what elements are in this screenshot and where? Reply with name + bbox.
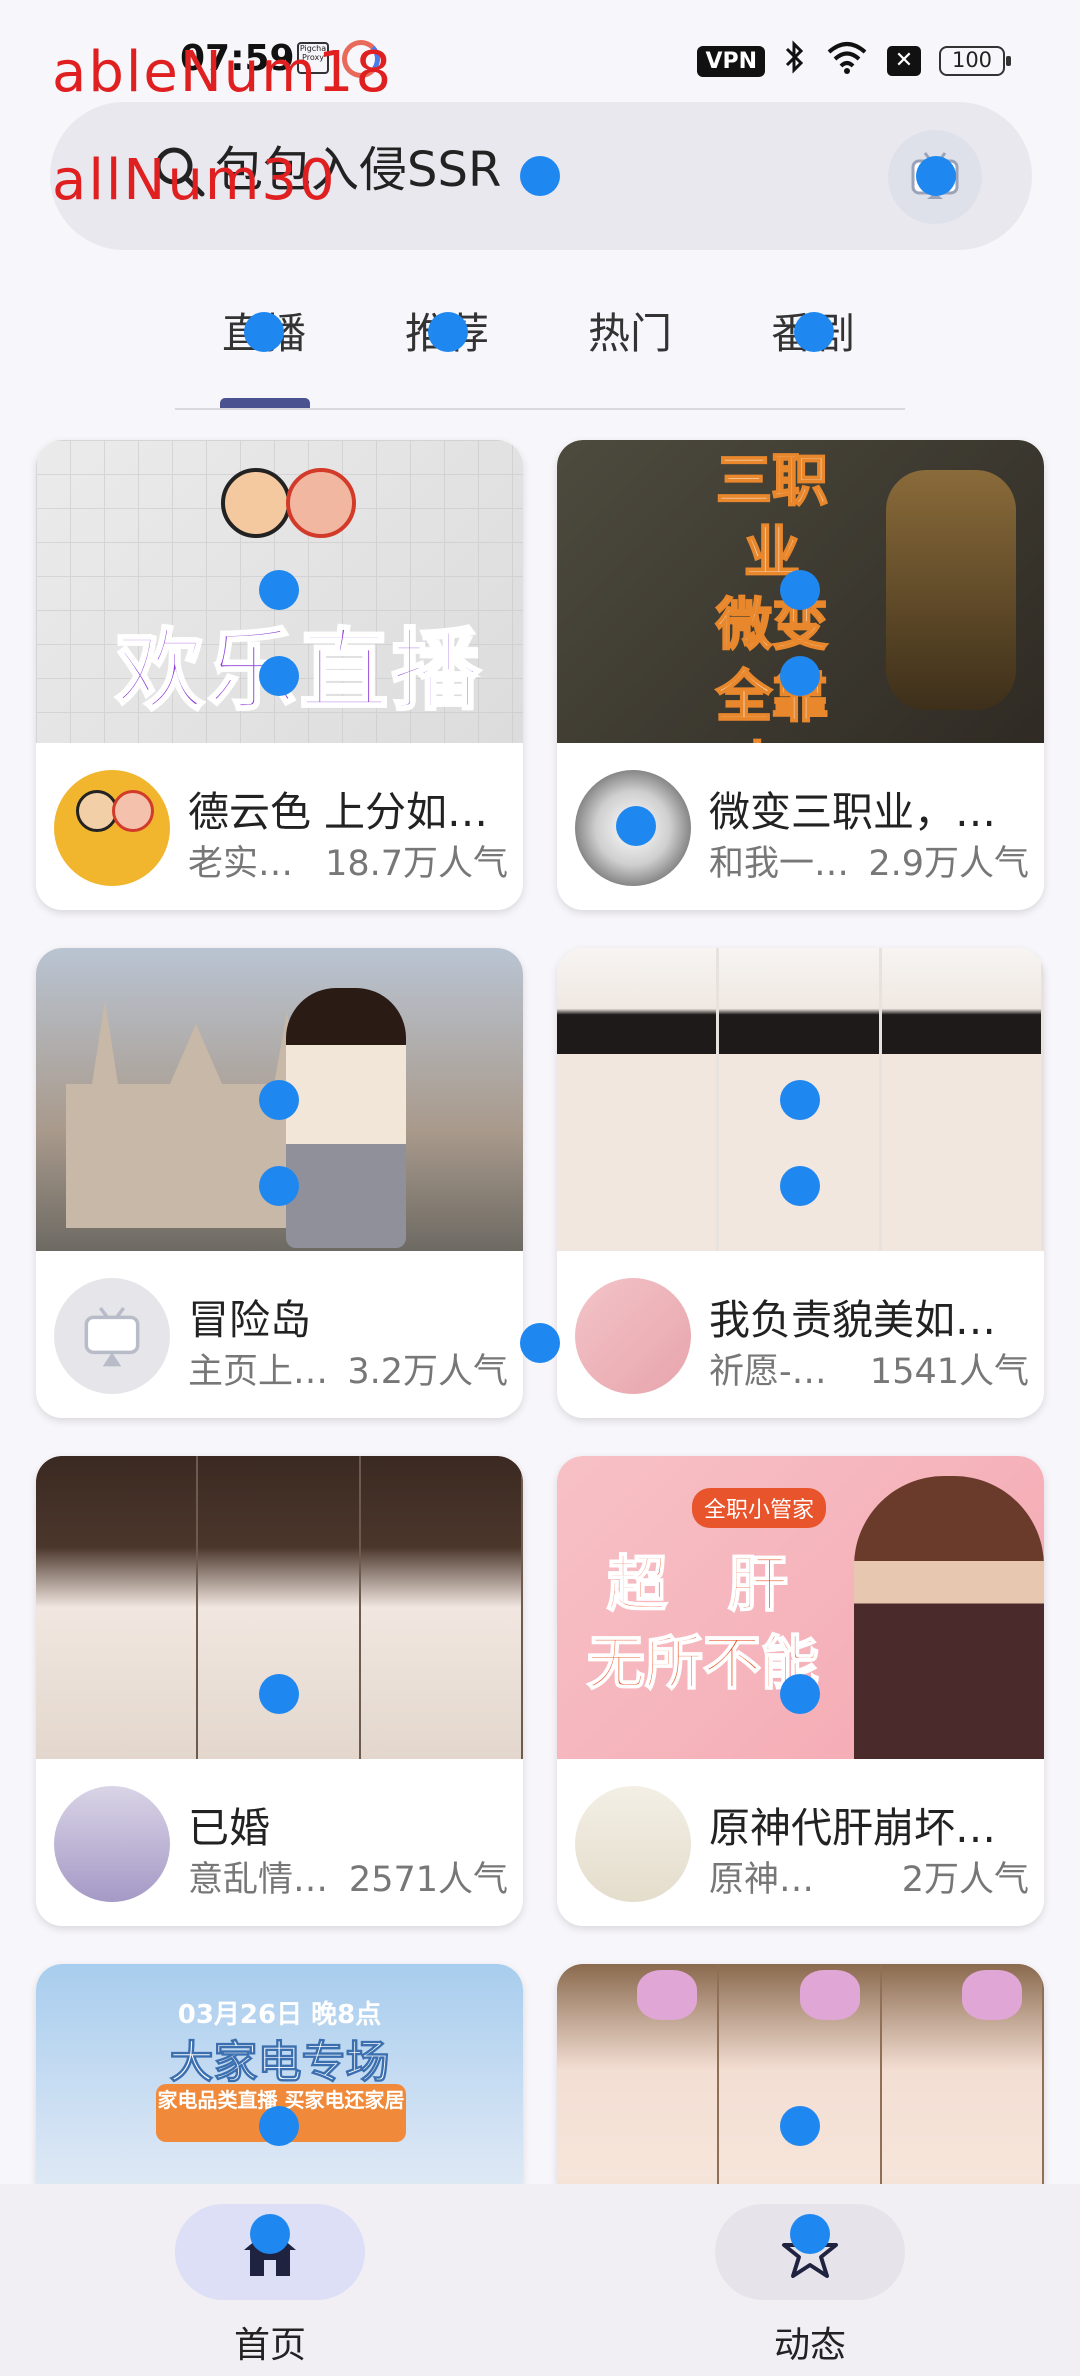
app-notification-icon xyxy=(342,40,380,78)
card-title: 我负责貌美如… xyxy=(709,1296,996,1344)
hint-dot xyxy=(259,1166,299,1206)
thumb-chip: 全职小管家 xyxy=(692,1488,827,1528)
tab-indicator xyxy=(220,398,310,408)
card-author: 意乱情… xyxy=(188,1860,328,1900)
live-card[interactable] xyxy=(557,1964,1044,2184)
tv-mascot-icon xyxy=(84,1306,140,1367)
hint-dot xyxy=(259,656,299,696)
search-query-text[interactable]: 包包入侵SSR xyxy=(215,130,501,200)
hint-dot xyxy=(244,312,284,352)
hint-dot xyxy=(616,806,656,846)
card-title: 微变三职业，… xyxy=(709,788,996,836)
card-title: 冒险岛 xyxy=(188,1296,311,1344)
battery-icon: 100 xyxy=(939,46,1011,76)
hint-dot xyxy=(259,1674,299,1714)
card-meta: 主页上… 3.2万人气 xyxy=(188,1343,508,1394)
nav-home-label: 首页 xyxy=(233,2325,306,2366)
card-meta: 和我一… 2.9万人气 xyxy=(709,835,1029,886)
hint-dot xyxy=(780,1674,820,1714)
card-meta: 祈愿-全… 1541人气 xyxy=(709,1343,1029,1394)
bluetooth-icon xyxy=(783,40,807,82)
card-views: 2.9万人气 xyxy=(868,844,1029,884)
streamer-avatar[interactable] xyxy=(575,1786,691,1902)
hint-dot xyxy=(250,2214,290,2254)
hint-dot xyxy=(780,2106,820,2146)
card-author: 祈愿-全… xyxy=(709,1352,849,1392)
card-views: 18.7万人气 xyxy=(325,844,508,884)
hint-dot xyxy=(259,2106,299,2146)
hint-dot xyxy=(520,156,560,196)
status-bar: 07:59 Pigcha Proxy VPN ✕ 100 xyxy=(0,0,1080,110)
category-tabs: 直播 推荐 热门 番剧 xyxy=(175,290,905,410)
vpn-icon: VPN xyxy=(697,45,765,77)
hint-dot xyxy=(259,570,299,610)
card-author: 原神代肝饿 xyxy=(709,1860,849,1900)
thumb-line1: 超 肝 xyxy=(606,1549,808,1621)
hint-dot xyxy=(790,2214,830,2254)
status-icons: VPN ✕ 100 xyxy=(697,40,1011,82)
thumb-title: 大家电专场 xyxy=(169,2037,390,2089)
hint-dot xyxy=(780,1080,820,1120)
pigcha-proxy-icon: Pigcha Proxy xyxy=(297,42,329,74)
hint-dot xyxy=(780,656,820,696)
wifi-icon xyxy=(825,40,869,82)
thumb-text: 欢乐直播 xyxy=(114,618,485,724)
close-notification-icon: ✕ xyxy=(887,46,921,76)
hint-dot xyxy=(259,1080,299,1120)
card-views: 2571人气 xyxy=(348,1860,508,1900)
live-card[interactable]: 03月26日 晚8点 大家电专场 家电品类直播 买家电还家居券 xyxy=(36,1964,523,2184)
card-author: 主页上… xyxy=(188,1352,328,1392)
card-views: 1541人气 xyxy=(869,1352,1029,1392)
search-icon xyxy=(155,147,205,197)
tab-hot[interactable]: 热门 xyxy=(588,300,672,361)
status-time: 07:59 xyxy=(180,38,295,79)
streamer-avatar[interactable] xyxy=(54,1786,170,1902)
hint-dot xyxy=(916,156,956,196)
card-views: 2万人气 xyxy=(901,1860,1029,1900)
card-title: 德云色 上分如… xyxy=(188,788,489,836)
card-thumbnail xyxy=(557,1964,1044,2184)
streamer-avatar[interactable] xyxy=(54,1278,170,1394)
hint-dot xyxy=(520,1323,560,1363)
streamer-avatar[interactable] xyxy=(575,1278,691,1394)
nav-dynamic-label: 动态 xyxy=(773,2325,846,2366)
hint-dot xyxy=(794,312,834,352)
card-author: 和我一… xyxy=(709,844,849,884)
card-title: 已婚 xyxy=(188,1804,270,1852)
hint-dot xyxy=(428,312,468,352)
card-meta: 老实… 18.7万人气 xyxy=(188,835,508,886)
card-meta: 原神代肝饿 2万人气 xyxy=(709,1851,1029,1902)
card-views: 3.2万人气 xyxy=(347,1352,508,1392)
card-meta: 意乱情… 2571人气 xyxy=(188,1851,508,1902)
card-title: 原神代肝崩坏… xyxy=(709,1804,996,1852)
streamer-avatar[interactable] xyxy=(54,770,170,886)
bottom-nav: 首页 动态 xyxy=(0,2184,1080,2376)
hint-dot xyxy=(780,570,820,610)
hint-dot xyxy=(780,1166,820,1206)
card-author: 老实… xyxy=(188,844,294,884)
card-thumbnail: 03月26日 晚8点 大家电专场 家电品类直播 买家电还家居券 xyxy=(36,1964,523,2184)
